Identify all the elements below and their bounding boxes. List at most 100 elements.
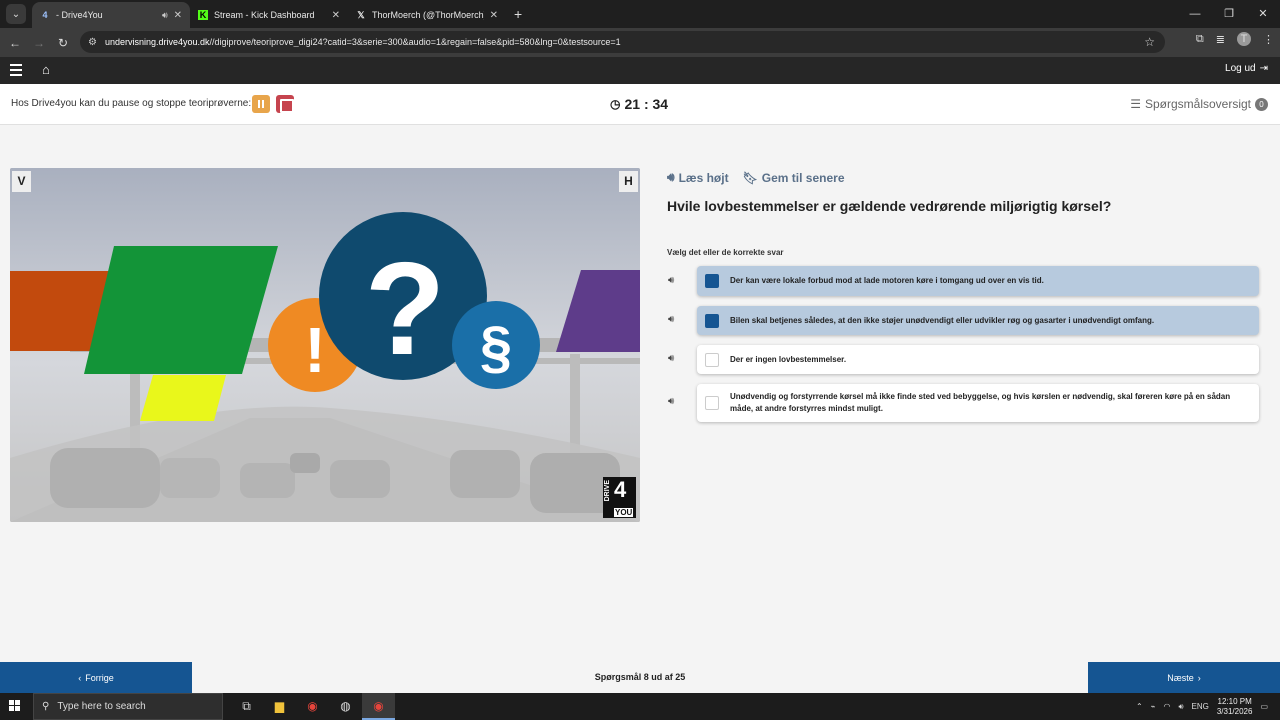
answer-checkbox[interactable] xyxy=(705,274,719,288)
obs-icon[interactable]: ◍ xyxy=(329,693,362,720)
url-text: undervisning.drive4you.dk//digiprove/teo… xyxy=(104,37,621,47)
taskbar-search-input[interactable]: ⚲ Type here to search xyxy=(33,693,223,720)
wifi-icon[interactable]: ◠ xyxy=(1163,702,1170,711)
forward-icon[interactable]: → xyxy=(27,36,51,50)
media-control-icon[interactable]: ≣ xyxy=(1216,33,1225,46)
language-indicator[interactable]: ENG xyxy=(1192,702,1209,711)
address-bar-row: ← → ↻ ⚙ undervisning.drive4you.dk//digip… xyxy=(0,28,1280,57)
illustration-graphic: ! ? § xyxy=(10,168,640,522)
save-later-button[interactable]: 🔖︎ Gem til senere xyxy=(743,170,845,185)
profile-avatar[interactable]: T xyxy=(1237,32,1251,46)
answer-checkbox[interactable] xyxy=(705,352,719,367)
tab-x[interactable]: 𝕏 ThorMoerch (@ThorMoerch) / ✕ xyxy=(348,2,506,28)
answer-speaker-icon[interactable]: 🔊︎ xyxy=(668,353,674,364)
network-icon[interactable]: ⌁ xyxy=(1151,702,1156,711)
volume-icon[interactable]: 🔊︎ xyxy=(1178,702,1183,712)
tab-search-button[interactable]: ⌄ xyxy=(6,4,26,24)
question-illustration: ! ? § V H DRIVE 4 YOU xyxy=(10,168,640,522)
logout-icon: ⇥ xyxy=(1259,63,1268,74)
answer-text: Der er ingen lovbestemmelser. xyxy=(730,354,847,364)
question-mark: ? xyxy=(365,235,446,382)
tab-title: ThorMoerch (@ThorMoerch) / xyxy=(372,10,484,20)
window-controls: — ❐ ✕ xyxy=(1178,0,1280,28)
answer-option-1[interactable]: Der kan være lokale forbud mod at lade m… xyxy=(697,266,1259,296)
taskbar-apps: ⧉ ▆ ◉ ◍ ◉ xyxy=(230,693,395,720)
speaker-icon[interactable]: 🔊︎ xyxy=(162,10,168,21)
stop-button[interactable] xyxy=(276,95,294,113)
tab-title: Stream - Kick Dashboard xyxy=(214,10,315,20)
answer-checkbox[interactable] xyxy=(705,313,719,328)
chevron-left-icon: ‹ xyxy=(78,672,82,683)
bookmark-icon: 🔖︎ xyxy=(742,170,758,185)
pause-info-text: Hos Drive4you kan du pause og stoppe teo… xyxy=(11,98,252,109)
x-favicon-icon: 𝕏 xyxy=(357,10,365,20)
next-button[interactable]: Næste › xyxy=(1088,662,1280,693)
windows-taskbar: ⚲ Type here to search ⧉ ▆ ◉ ◍ ◉ ⌃ ⌁ ◠ 🔊︎… xyxy=(0,693,1280,720)
exam-timer: ◷ 21 : 34 xyxy=(610,96,668,112)
question-actions: 🔊︎ Læs højt 🔖︎ Gem til senere xyxy=(667,170,845,185)
browser-actions: ⧉ ≣ T ⋮ xyxy=(1196,32,1274,46)
tab-kick[interactable]: K Stream - Kick Dashboard ✕ xyxy=(190,2,348,28)
read-aloud-button[interactable]: 🔊︎ Læs højt xyxy=(667,170,729,185)
restore-icon[interactable]: ❐ xyxy=(1212,0,1246,28)
exclamation-mark: ! xyxy=(304,314,325,386)
close-tab-icon[interactable]: ✕ xyxy=(490,10,498,21)
speaker-icon: 🔊︎ xyxy=(667,170,675,184)
bookmark-star-icon[interactable]: ☆ xyxy=(1144,35,1155,49)
answer-speaker-icon[interactable]: 🔊︎ xyxy=(668,396,674,407)
chrome-icon[interactable]: ◉ xyxy=(296,693,329,720)
kick-favicon-icon: K xyxy=(198,10,208,20)
timer-value: 21 : 34 xyxy=(624,96,669,112)
exam-footer: Spørgsmål 8 ud af 25 ‹ Forrige Næste › xyxy=(0,661,1280,693)
site-info-icon[interactable]: ⚙ xyxy=(88,37,97,48)
site-navbar: ⌂ Log ud ⇥ xyxy=(0,57,1280,84)
close-tab-icon[interactable]: ✕ xyxy=(332,10,340,21)
task-view-icon[interactable]: ⧉ xyxy=(230,693,263,720)
paragraph-sign: § xyxy=(480,315,512,380)
question-overview-button[interactable]: ☰ Spørgsmålsoversigt 0 xyxy=(1130,97,1268,111)
overview-count-badge: 0 xyxy=(1255,97,1268,111)
notifications-icon[interactable]: ▭ xyxy=(1260,702,1268,711)
answer-instruction: Vælg det eller de korrekte svar xyxy=(667,248,784,257)
list-icon: ☰ xyxy=(1130,97,1141,111)
search-icon: ⚲ xyxy=(42,701,50,712)
logout-label: Log ud xyxy=(1225,63,1256,74)
answer-speaker-icon[interactable]: 🔊︎ xyxy=(668,275,674,286)
answer-option-3[interactable]: Der er ingen lovbestemmelser. xyxy=(697,345,1259,374)
close-window-icon[interactable]: ✕ xyxy=(1246,0,1280,28)
minimize-icon[interactable]: — xyxy=(1178,0,1212,28)
file-explorer-icon[interactable]: ▆ xyxy=(263,693,296,720)
new-tab-icon[interactable]: + xyxy=(514,6,522,22)
answer-text: Bilen skal betjenes således, at den ikke… xyxy=(730,315,1155,325)
exam-toolbar: Hos Drive4you kan du pause og stoppe teo… xyxy=(0,84,1280,125)
back-icon[interactable]: ← xyxy=(3,36,27,50)
answer-speaker-icon[interactable]: 🔊︎ xyxy=(668,314,674,325)
extensions-icon[interactable]: ⧉ xyxy=(1196,33,1204,46)
menu-kebab-icon[interactable]: ⋮ xyxy=(1263,33,1274,46)
chrome-active-icon[interactable]: ◉ xyxy=(362,693,395,720)
answer-checkbox[interactable] xyxy=(705,396,719,410)
left-marker: V xyxy=(12,171,31,192)
taskbar-clock[interactable]: 12:10 PM 3/31/2026 xyxy=(1217,697,1253,717)
url-input[interactable]: ⚙ undervisning.drive4you.dk//digiprove/t… xyxy=(80,31,1165,53)
drive4you-favicon-icon: 4 xyxy=(42,10,48,20)
hamburger-menu-icon[interactable] xyxy=(10,64,22,76)
previous-button[interactable]: ‹ Forrige xyxy=(0,662,192,693)
tab-drive4you[interactable]: 4 - Drive4You 🔊︎ ✕ xyxy=(32,2,190,28)
answer-option-2[interactable]: Bilen skal betjenes således, at den ikke… xyxy=(697,306,1259,335)
answer-option-4[interactable]: Unødvendig og forstyrrende kørsel må ikk… xyxy=(697,384,1259,422)
clock-icon: ◷ xyxy=(610,97,621,111)
question-text: Hvile lovbestemmelser er gældende vedrør… xyxy=(667,198,1112,214)
close-tab-icon[interactable]: ✕ xyxy=(174,10,182,21)
overview-label: Spørgsmålsoversigt xyxy=(1144,97,1251,111)
home-icon[interactable]: ⌂ xyxy=(42,62,50,77)
browser-tab-bar: ⌄ 4 - Drive4You 🔊︎ ✕ K Stream - Kick Das… xyxy=(0,0,1280,28)
drive4you-logo: DRIVE 4 YOU xyxy=(603,477,636,518)
answer-text: Der kan være lokale forbud mod at lade m… xyxy=(730,276,1044,285)
windows-start-icon[interactable] xyxy=(9,700,21,712)
logout-button[interactable]: Log ud ⇥ xyxy=(1225,63,1268,74)
pause-button[interactable] xyxy=(252,95,270,113)
reload-icon[interactable]: ↻ xyxy=(51,36,75,50)
system-tray: ⌃ ⌁ ◠ 🔊︎ ENG 12:10 PM 3/31/2026 ▭ xyxy=(1136,693,1268,720)
chevron-up-icon[interactable]: ⌃ xyxy=(1136,702,1143,711)
